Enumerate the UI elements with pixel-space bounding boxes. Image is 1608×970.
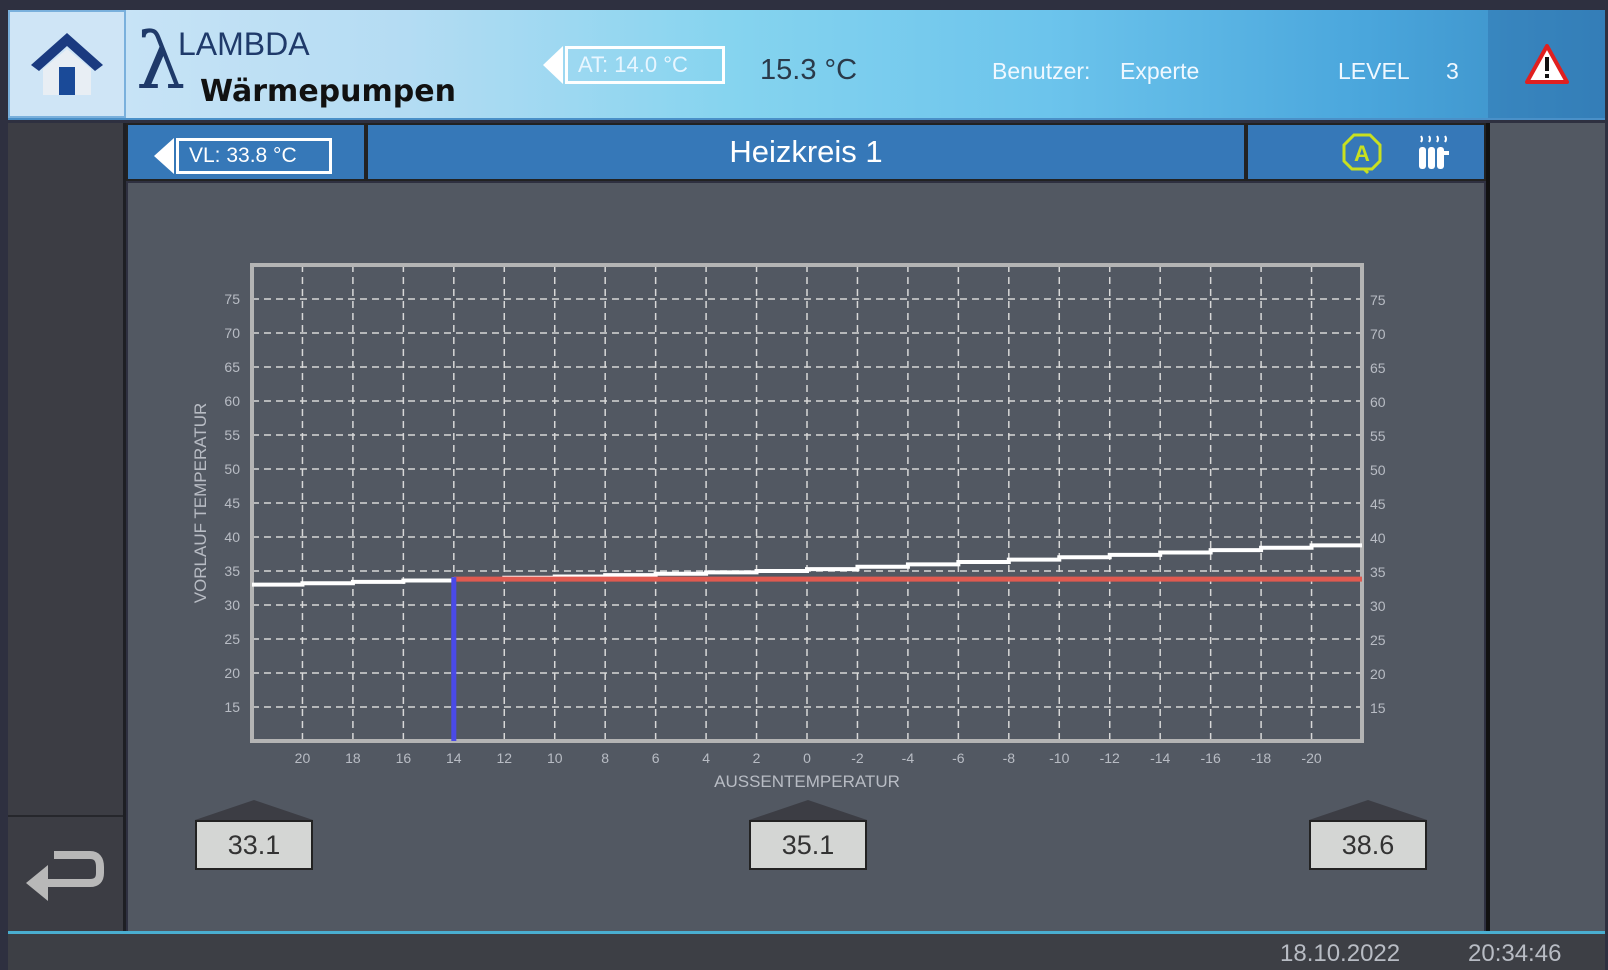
mode-icons-bar: A bbox=[1246, 123, 1486, 181]
x-tick-label: 16 bbox=[396, 750, 412, 766]
y-tick-label: 40 bbox=[224, 529, 240, 545]
x-tick-label: -2 bbox=[851, 750, 864, 766]
x-tick-label: -16 bbox=[1201, 750, 1221, 766]
y-tick-label-right: 70 bbox=[1370, 326, 1386, 342]
x-tick-label: 10 bbox=[547, 750, 563, 766]
warning-triangle-icon bbox=[1524, 44, 1569, 84]
x-tick-label: -10 bbox=[1049, 750, 1069, 766]
y-tick-label: 15 bbox=[224, 699, 240, 715]
marker-value: 38.6 bbox=[1309, 820, 1427, 870]
svg-text:A: A bbox=[1354, 141, 1370, 166]
y-tick-label: 45 bbox=[224, 495, 240, 511]
x-tick-label: -18 bbox=[1251, 750, 1271, 766]
y-tick-label-right: 25 bbox=[1370, 632, 1386, 648]
user-value: Experte bbox=[1120, 58, 1200, 84]
y-tick-label-right: 65 bbox=[1370, 360, 1386, 376]
y-tick-label-right: 35 bbox=[1370, 564, 1386, 580]
logo-subtext: Wärmepumpen bbox=[200, 74, 456, 109]
x-tick-label: -12 bbox=[1100, 750, 1120, 766]
x-tick-label: -14 bbox=[1150, 750, 1170, 766]
back-arrow-icon bbox=[25, 851, 104, 901]
vl-label: VL: 33.8 °C bbox=[176, 138, 332, 174]
x-tick-label: 12 bbox=[496, 750, 512, 766]
y-tick-label: 35 bbox=[224, 563, 240, 579]
x-tick-label: 2 bbox=[753, 750, 761, 766]
heating-curve-chart[interactable]: 20 18 16 14 12 10 8 6 4 2 0 -2 -4 -6 -8 -10 -12 -14 -16 -18… bbox=[128, 183, 1484, 803]
curve-point-0[interactable]: 35.1 bbox=[749, 800, 867, 870]
y-tick-label: 55 bbox=[224, 427, 240, 443]
x-tick-label: 8 bbox=[601, 750, 609, 766]
y-tick-label: 50 bbox=[224, 461, 240, 477]
x-axis-label: AUSSENTEMPERATUR bbox=[714, 772, 900, 791]
at-label: AT: 14.0 °C bbox=[565, 46, 725, 84]
y-tick-label-right: 20 bbox=[1370, 666, 1386, 682]
y-tick-label-right: 45 bbox=[1370, 496, 1386, 512]
y-tick-label-right: 75 bbox=[1370, 292, 1386, 308]
curve-point-plus20[interactable]: 33.1 bbox=[195, 800, 313, 870]
y-tick-label: 75 bbox=[224, 291, 240, 307]
y-tick-label-right: 60 bbox=[1370, 394, 1386, 410]
y-tick-label: 60 bbox=[224, 393, 240, 409]
level-value: 3 bbox=[1446, 58, 1459, 84]
y-axis-label: VORLAUF TEMPERATUR bbox=[191, 403, 210, 604]
y-tick-label: 25 bbox=[224, 631, 240, 647]
time: 20:34:46 bbox=[1468, 940, 1562, 967]
y-tick-label-right: 55 bbox=[1370, 428, 1386, 444]
x-tick-label: 14 bbox=[446, 750, 462, 766]
date: 18.10.2022 bbox=[1280, 940, 1401, 967]
marker-value: 35.1 bbox=[749, 820, 867, 870]
x-tick-label: 20 bbox=[295, 750, 311, 766]
outdoor-temp-value: 15.3 °C bbox=[760, 54, 858, 86]
right-sidebar bbox=[1486, 123, 1605, 933]
y-tick-label: 20 bbox=[224, 665, 240, 681]
user-label: Benutzer: bbox=[992, 58, 1091, 84]
chart-panel: 20 18 16 14 12 10 8 6 4 2 0 -2 -4 -6 -8 -10 -12 -14 -16 -18… bbox=[128, 183, 1484, 933]
x-tick-label: -8 bbox=[1003, 750, 1016, 766]
header-bar: λ LAMBDA Wärmepumpen AT: 14.0 °C 15.3 °C… bbox=[8, 10, 1605, 120]
marker-value: 33.1 bbox=[195, 820, 313, 870]
y-tick-label: 30 bbox=[224, 597, 240, 613]
home-icon bbox=[31, 33, 103, 95]
left-sidebar bbox=[8, 123, 126, 933]
back-button[interactable] bbox=[8, 815, 123, 933]
auto-mode-icon[interactable]: A bbox=[1340, 131, 1384, 175]
logo-text: LAMBDA bbox=[178, 26, 310, 62]
curve-point-minus20[interactable]: 38.6 bbox=[1309, 800, 1427, 870]
home-button[interactable] bbox=[8, 10, 126, 118]
alarm-button[interactable] bbox=[1488, 10, 1605, 118]
x-tick-label: -6 bbox=[952, 750, 965, 766]
y-tick-label-right: 40 bbox=[1370, 530, 1386, 546]
y-tick-label: 70 bbox=[224, 325, 240, 341]
x-tick-label: 18 bbox=[345, 750, 361, 766]
outdoor-temp-button[interactable]: AT: 14.0 °C bbox=[543, 46, 725, 84]
radiator-icon[interactable] bbox=[1416, 133, 1452, 173]
x-tick-label: -4 bbox=[902, 750, 915, 766]
y-tick-label-right: 50 bbox=[1370, 462, 1386, 478]
x-tick-label: 0 bbox=[803, 750, 811, 766]
x-tick-label: -20 bbox=[1301, 750, 1321, 766]
level-label: LEVEL bbox=[1338, 58, 1410, 84]
page-title: Heizkreis 1 bbox=[366, 123, 1246, 181]
flow-temp-button[interactable]: VL: 33.8 °C bbox=[126, 123, 366, 181]
x-tick-label: 6 bbox=[652, 750, 660, 766]
y-tick-label-right: 30 bbox=[1370, 598, 1386, 614]
y-tick-label: 65 bbox=[224, 359, 240, 375]
y-tick-label-right: 15 bbox=[1370, 700, 1386, 716]
x-tick-label: 4 bbox=[702, 750, 710, 766]
